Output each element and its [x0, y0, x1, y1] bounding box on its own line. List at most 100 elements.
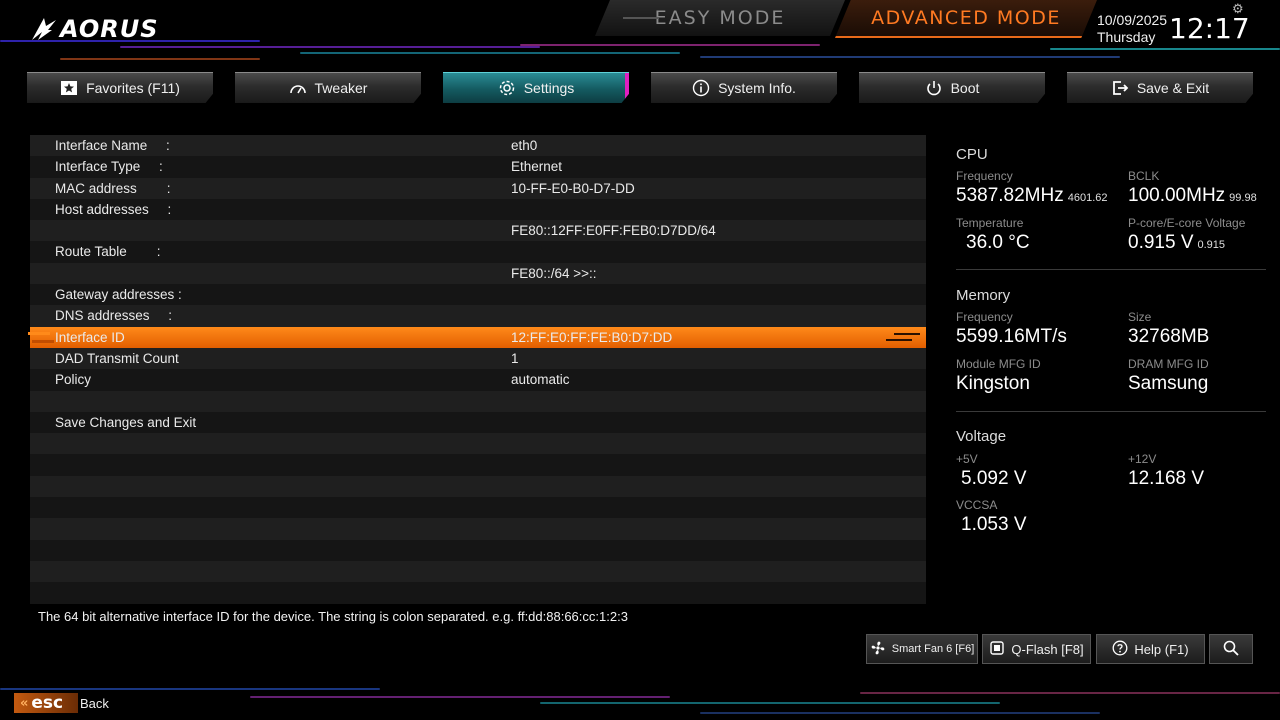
memory-size-label: Size: [1128, 310, 1152, 324]
voltage-5v-label: +5V: [956, 452, 978, 466]
decor-streak: [520, 44, 820, 46]
memory-module-label: Module MFG ID: [956, 357, 1041, 371]
back-label: Back: [80, 696, 109, 711]
list-item-empty: [30, 582, 926, 604]
memory-module-mfg: Module MFG ID Kingston: [956, 357, 1041, 395]
cpu-bclk-label: BCLK: [1128, 169, 1160, 183]
tab-save-exit[interactable]: Save & Exit: [1067, 72, 1253, 103]
list-item-empty: [30, 390, 926, 412]
row-label: DNS addresses :: [55, 308, 173, 324]
list-item-route-value[interactable]: FE80::/64 >>::: [30, 262, 926, 285]
list-item-empty: [30, 518, 926, 540]
smart-fan-label: Smart Fan 6 [F6]: [891, 643, 975, 655]
info-icon: [692, 79, 710, 97]
easy-mode-button[interactable]: EASY MODE: [595, 0, 845, 36]
list-item-empty: [30, 433, 926, 455]
list-item-interface-type[interactable]: Interface Type : Ethernet: [30, 156, 926, 178]
chip-icon: [989, 640, 1005, 659]
decor-streak: [60, 58, 260, 60]
esc-button[interactable]: « esc: [14, 693, 78, 713]
list-item-policy[interactable]: Policy automatic: [30, 369, 926, 391]
cpu-temperature-value: 36.0 °C: [966, 232, 1030, 253]
cpu-frequency-value: 5387.82MHz: [956, 185, 1064, 206]
tab-favorites[interactable]: Favorites (F11): [27, 72, 213, 103]
esc-label: esc: [31, 693, 64, 713]
settings-gear-icon[interactable]: ⚙: [1232, 1, 1244, 17]
list-item-host-address-value[interactable]: FE80::12FF:E0FF:FEB0:D7DD/64: [30, 220, 926, 242]
list-item-mac-address[interactable]: MAC address : 10-FF-E0-B0-D7-DD: [30, 177, 926, 199]
tab-save-exit-label: Save & Exit: [1136, 80, 1210, 96]
tab-favorites-label: Favorites (F11): [86, 80, 180, 96]
aorus-logo: AORUS: [30, 14, 159, 44]
memory-size-value: 32768MB: [1128, 326, 1210, 347]
voltage-12v: +12V 12.168 V: [1128, 452, 1204, 490]
chevron-left-icon: «: [20, 695, 29, 711]
tab-tweaker[interactable]: Tweaker: [235, 72, 421, 103]
list-item-gateway-addresses[interactable]: Gateway addresses :: [30, 284, 926, 306]
tab-settings[interactable]: Settings: [443, 72, 629, 103]
list-item-save-changes-exit[interactable]: Save Changes and Exit: [30, 411, 926, 434]
list-item-interface-name[interactable]: Interface Name : eth0: [30, 135, 926, 157]
row-value: automatic: [511, 372, 570, 388]
list-item-empty: [30, 454, 926, 476]
q-flash-button[interactable]: Q-Flash [F8]: [982, 634, 1091, 664]
list-item-interface-id[interactable]: Interface ID 12:FF:E0:FF:FE:B0:D7:DD: [28, 326, 926, 348]
row-value: 10-FF-E0-B0-D7-DD: [511, 180, 635, 196]
voltage-5v-value: 5.092 V: [961, 468, 1027, 489]
help-button[interactable]: Help (F1): [1096, 634, 1205, 664]
cpu-voltage: P-core/E-core Voltage 0.915 V 0.915: [1128, 216, 1245, 254]
search-icon: [1222, 639, 1240, 660]
smart-fan-button[interactable]: Smart Fan 6 [F6]: [866, 634, 978, 664]
list-item-route-table[interactable]: Route Table :: [30, 241, 926, 263]
cpu-bclk-value: 100.00MHz: [1128, 185, 1226, 206]
search-button[interactable]: [1209, 634, 1253, 664]
row-value: FE80::12FF:E0FF:FEB0:D7DD/64: [511, 223, 716, 239]
decor-line: [623, 17, 659, 19]
row-label: Route Table :: [55, 244, 161, 260]
tab-settings-label: Settings: [523, 80, 575, 96]
divider: [956, 269, 1266, 270]
voltage-title: Voltage: [956, 428, 1007, 445]
fan-icon: [870, 640, 886, 659]
memory-dram-value: Samsung: [1128, 373, 1209, 394]
list-item-empty: [30, 497, 926, 519]
row-value: 12:FF:E0:FF:FE:B0:D7:DD: [511, 329, 673, 345]
cpu-bclk-sub: 99.98: [1229, 192, 1257, 204]
settings-list: Interface Name : eth0 Interface Type : Eth…: [28, 135, 926, 604]
decor-streak: [1050, 48, 1280, 50]
cpu-temperature: Temperature 36.0 °C: [956, 216, 1030, 254]
tab-boot[interactable]: Boot: [859, 72, 1045, 103]
memory-module-value: Kingston: [956, 373, 1030, 394]
tab-boot-label: Boot: [950, 80, 980, 96]
row-label: DAD Transmit Count: [55, 350, 179, 366]
list-item-empty: [30, 539, 926, 561]
row-value: eth0: [511, 138, 538, 153]
cpu-bclk: BCLK 100.00MHz 99.98: [1128, 169, 1257, 207]
list-item-empty: [30, 560, 926, 583]
tab-system-info-label: System Info.: [718, 80, 796, 96]
memory-dram-label: DRAM MFG ID: [1128, 357, 1209, 371]
cpu-voltage-value: 0.915 V: [1128, 232, 1194, 253]
decor-streak: [0, 688, 380, 690]
help-icon: [1112, 640, 1128, 659]
cpu-frequency: Frequency 5387.82MHz 4601.62: [956, 169, 1108, 207]
cpu-voltage-label: P-core/E-core Voltage: [1128, 216, 1246, 230]
list-item-host-addresses[interactable]: Host addresses :: [30, 198, 926, 221]
advanced-mode-button[interactable]: ADVANCED MODE: [835, 0, 1097, 38]
date-text: 10/09/2025: [1097, 12, 1168, 28]
memory-size: Size 32768MB: [1128, 310, 1209, 348]
memory-frequency: Frequency 5599.16MT/s: [956, 310, 1067, 348]
easy-mode-label: EASY MODE: [654, 7, 786, 29]
voltage-vccsa-value: 1.053 V: [961, 514, 1027, 535]
memory-title: Memory: [956, 287, 1011, 304]
voltage-vccsa-label: VCCSA: [956, 498, 998, 512]
list-item-dad-transmit-count[interactable]: DAD Transmit Count 1: [30, 347, 926, 370]
list-item-dns-addresses[interactable]: DNS addresses :: [30, 305, 926, 327]
row-label: Host addresses :: [55, 201, 172, 217]
help-description: The 64 bit alternative interface ID for …: [38, 609, 628, 624]
row-label: Save Changes and Exit: [55, 414, 197, 430]
cpu-temperature-label: Temperature: [956, 216, 1024, 230]
decor-streak: [300, 52, 680, 54]
voltage-vccsa: VCCSA 1.053 V: [956, 498, 1027, 536]
tab-system-info[interactable]: System Info.: [651, 72, 837, 103]
